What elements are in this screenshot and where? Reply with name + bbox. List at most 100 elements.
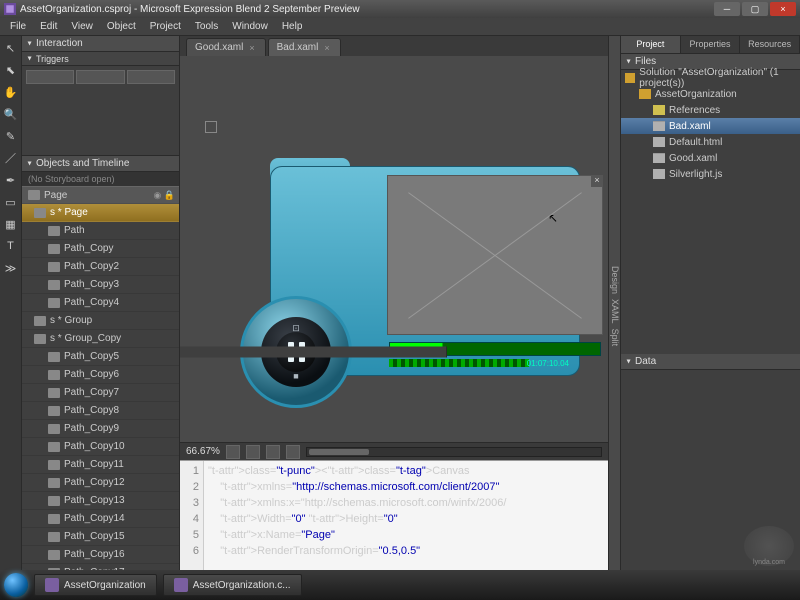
close-button[interactable]: × (770, 2, 796, 16)
design-mode-tab[interactable]: Design (610, 266, 620, 294)
tab-project[interactable]: Project (621, 36, 681, 53)
project-row[interactable]: References (621, 102, 800, 118)
selection-tool-icon[interactable]: ↖ (3, 40, 19, 56)
node-label: Path_Copy10 (64, 441, 125, 452)
menu-help[interactable]: Help (276, 19, 309, 34)
tab-resources[interactable]: Resources (740, 36, 800, 53)
tree-row[interactable]: Path_Copy4 (22, 294, 179, 312)
tree-row[interactable]: Path_Copy6 (22, 366, 179, 384)
objects-header[interactable]: Objects and Timeline (22, 156, 179, 172)
design-surface[interactable]: × ↖ 01:07:10.04 ⊡ ■ ◀◀ ▶▶ (180, 56, 608, 442)
triggers-header[interactable]: Triggers (22, 52, 179, 66)
project-row[interactable]: Bad.xaml (621, 118, 800, 134)
menu-file[interactable]: File (4, 19, 32, 34)
visibility-toggle-icon[interactable]: ◉ 🔒 (153, 190, 175, 201)
trigger-segment-3[interactable] (127, 70, 175, 84)
menu-view[interactable]: View (65, 19, 99, 34)
taskbar-item[interactable]: AssetOrganization.c... (163, 574, 302, 596)
menu-button[interactable]: ⊡ (292, 323, 300, 334)
tree-row[interactable]: Path_Copy2 (22, 258, 179, 276)
data-header[interactable]: Data (621, 354, 800, 370)
zoom-level[interactable]: 66.67% (186, 446, 220, 457)
tab-bad-xaml[interactable]: Bad.xaml× (268, 38, 341, 56)
tree-row[interactable]: Path_Copy (22, 240, 179, 258)
node-label: Path_Copy (64, 243, 113, 254)
asset-tool-icon[interactable]: ≫ (3, 260, 19, 276)
brush-tool-icon[interactable]: ／ (3, 150, 19, 166)
tree-row[interactable]: Path_Copy12 (22, 474, 179, 492)
tree-row[interactable]: Path_Copy11 (22, 456, 179, 474)
tree-row[interactable]: Path_Copy15 (22, 528, 179, 546)
trigger-segment-1[interactable] (26, 70, 74, 84)
forward-button[interactable]: ▶▶ (180, 347, 325, 358)
node-icon (48, 298, 60, 308)
project-row[interactable]: Good.xaml (621, 150, 800, 166)
tab-properties[interactable]: Properties (681, 36, 741, 53)
close-icon[interactable]: × (249, 43, 254, 53)
tab-good-xaml[interactable]: Good.xaml × (186, 38, 266, 56)
stop-button[interactable]: ■ (293, 371, 298, 381)
menu-edit[interactable]: Edit (34, 19, 63, 34)
tree-row[interactable]: Path (22, 222, 179, 240)
grid-toggle-icon[interactable] (226, 445, 240, 459)
menu-project[interactable]: Project (144, 19, 187, 34)
view-mode-strip[interactable]: Design XAML Split (608, 36, 620, 570)
tree-row[interactable]: s * Group_Copy (22, 330, 179, 348)
menu-tools[interactable]: Tools (189, 19, 224, 34)
zoom-tool-icon[interactable]: 🔍 (3, 106, 19, 122)
project-row[interactable]: Default.html (621, 134, 800, 150)
snap-lines-icon[interactable] (266, 445, 280, 459)
trigger-segment-2[interactable] (76, 70, 124, 84)
node-icon (48, 424, 60, 434)
tree-row[interactable]: Path_Copy5 (22, 348, 179, 366)
tab-label: Good.xaml (195, 42, 243, 53)
node-icon (48, 460, 60, 470)
code-content[interactable]: "t-attr">class="t-punc"><"t-attr">class=… (204, 461, 510, 570)
maximize-button[interactable]: ▢ (742, 2, 768, 16)
tree-row[interactable]: Path_Copy9 (22, 420, 179, 438)
tree-row[interactable]: Path_Copy16 (22, 546, 179, 564)
menu-object[interactable]: Object (101, 19, 142, 34)
file-label: Good.xaml (669, 153, 717, 164)
tree-row[interactable]: s * Page (22, 204, 179, 222)
menu-window[interactable]: Window (226, 19, 274, 34)
close-icon[interactable]: × (324, 43, 329, 53)
split-mode-tab[interactable]: Split (610, 329, 620, 347)
tree-row[interactable]: Path_Copy8 (22, 402, 179, 420)
taskbar-item[interactable]: AssetOrganization (34, 574, 157, 596)
xaml-mode-tab[interactable]: XAML (610, 299, 620, 324)
effects-toggle-icon[interactable] (286, 445, 300, 459)
interaction-header[interactable]: Interaction (22, 36, 179, 52)
tree-row[interactable]: Path_Copy13 (22, 492, 179, 510)
node-label: Path_Copy14 (64, 513, 125, 524)
project-row[interactable]: Silverlight.js (621, 166, 800, 182)
video-placeholder: × ↖ (387, 175, 603, 335)
start-button[interactable] (4, 573, 28, 597)
tree-row[interactable]: s * Group (22, 312, 179, 330)
node-icon (48, 370, 60, 380)
tree-row[interactable]: Path_Copy14 (22, 510, 179, 528)
layout-tool-icon[interactable]: ▦ (3, 216, 19, 232)
tree-row[interactable]: Path_Copy3 (22, 276, 179, 294)
page-root-row[interactable]: Page ◉ 🔒 (22, 186, 179, 204)
node-icon (48, 352, 60, 362)
pan-tool-icon[interactable]: ✋ (3, 84, 19, 100)
text-tool-icon[interactable]: T (3, 238, 19, 254)
video-close-button[interactable]: × (591, 175, 603, 187)
tree-row[interactable]: Path_Copy10 (22, 438, 179, 456)
html-icon (653, 137, 665, 147)
xaml-editor[interactable]: 123456 "t-attr">class="t-punc"><"t-attr"… (180, 460, 608, 570)
pen-tool-icon[interactable]: ✒ (3, 172, 19, 188)
minimize-button[interactable]: ─ (714, 2, 740, 16)
node-icon (48, 244, 60, 254)
horizontal-scrollbar[interactable] (306, 447, 602, 457)
tree-row[interactable]: Path_Copy7 (22, 384, 179, 402)
snap-toggle-icon[interactable] (246, 445, 260, 459)
volume-bar[interactable] (389, 359, 529, 367)
direct-select-tool-icon[interactable]: ⬉ (3, 62, 19, 78)
project-row[interactable]: Solution "AssetOrganization" (1 project(… (621, 70, 800, 86)
node-label: Path_Copy4 (64, 297, 119, 308)
rectangle-tool-icon[interactable]: ▭ (3, 194, 19, 210)
node-icon (48, 442, 60, 452)
eyedropper-tool-icon[interactable]: ✎ (3, 128, 19, 144)
